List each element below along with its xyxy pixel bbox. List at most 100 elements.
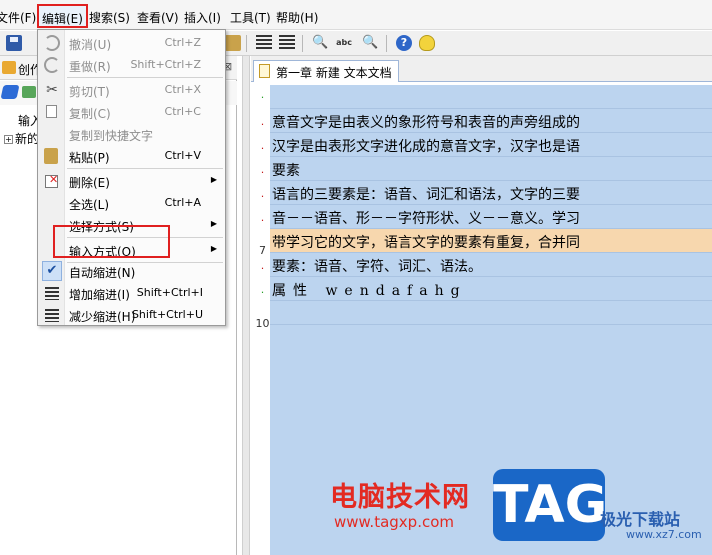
menu-item-copy-to-quicktext[interactable]: 复制到快捷文字 xyxy=(38,123,225,145)
menu-separator xyxy=(67,168,223,169)
save-icon[interactable] xyxy=(6,35,22,51)
menu-item-shortcut: Shift+Ctrl+Z xyxy=(130,58,201,71)
menu-help[interactable]: 帮助(H) xyxy=(276,9,318,26)
menu-view[interactable]: 查看(V) xyxy=(137,9,179,26)
menu-item-decrease-indent[interactable]: 减少缩进(H) Shift+Ctrl+U xyxy=(38,304,225,326)
text-line-current[interactable]: 带学习它的文字，语言文字的要素有重复，合并同 xyxy=(270,229,712,253)
menu-item-select-all[interactable]: 全选(L) Ctrl+A xyxy=(38,192,225,214)
menu-bar: 文件(F) 编辑(E) 搜索(S) 查看(V) 插入(I) 工具(T) 帮助(H… xyxy=(0,0,712,30)
text-line[interactable]: 汉字是由表形文字进化成的意音文字，汉字也是语 xyxy=(270,133,712,157)
indent-decrease-icon xyxy=(45,309,59,322)
menu-item-paste[interactable]: 粘贴(P) Ctrl+V xyxy=(38,145,225,167)
submenu-arrow-icon: ▶ xyxy=(210,219,217,228)
text-line[interactable]: 意音文字是由表义的象形符号和表音的声旁组成的 xyxy=(270,109,712,133)
menu-item-increase-indent[interactable]: 增加缩进(I) Shift+Ctrl+I xyxy=(38,282,225,304)
text-line[interactable]: 要素 xyxy=(270,157,712,181)
highlight-box xyxy=(53,225,170,258)
line-marker: · xyxy=(260,142,265,155)
indent-decrease-toolbar-icon[interactable] xyxy=(279,35,295,51)
text-line[interactable] xyxy=(270,85,712,109)
menu-item-cut[interactable]: ✂ 剪切(T) Ctrl+X xyxy=(38,79,225,101)
menu-item-label: 撤消(U) xyxy=(69,38,112,52)
expand-icon[interactable]: + xyxy=(4,135,13,144)
tab-label: 第一章 新建 文本文档 xyxy=(276,66,392,80)
menu-item-label: 全选(L) xyxy=(69,198,110,212)
undo-icon xyxy=(44,35,60,51)
menu-item-label: 删除(E) xyxy=(69,176,110,190)
menu-item-shortcut: Ctrl+A xyxy=(164,196,201,209)
watermark-site-url: www.xz7.com xyxy=(626,528,702,541)
redo-icon xyxy=(44,57,60,73)
toolbar-separator xyxy=(302,35,303,52)
menu-insert[interactable]: 插入(I) xyxy=(184,9,221,26)
tip-bulb-icon[interactable] xyxy=(419,35,435,51)
add-chapter-icon[interactable] xyxy=(22,86,36,98)
menu-search[interactable]: 搜索(S) xyxy=(89,9,130,26)
text-line[interactable]: 音－－语音、形－－字符形状、义－－意义。学习 xyxy=(270,205,712,229)
document-icon xyxy=(259,64,270,78)
submenu-arrow-icon: ▶ xyxy=(210,244,217,253)
toolbar-separator xyxy=(386,35,387,52)
book-open-icon[interactable] xyxy=(0,85,20,99)
menu-item-shortcut: Shift+Ctrl+U xyxy=(131,308,203,321)
line-marker: · xyxy=(260,214,265,227)
book-icon xyxy=(2,61,16,74)
line-number: 10 xyxy=(255,317,270,330)
indent-increase-toolbar-icon[interactable] xyxy=(256,35,272,51)
scissors-icon: ✂ xyxy=(46,82,58,98)
help-icon[interactable]: ? xyxy=(396,35,412,51)
menu-item-label: 复制到快捷文字 xyxy=(69,129,154,143)
menu-item-shortcut: Shift+Ctrl+I xyxy=(136,286,203,299)
menu-item-label: 减少缩进(H) xyxy=(69,310,136,324)
text-line[interactable]: 属性 wendafahg xyxy=(270,277,712,301)
menu-item-shortcut: Ctrl+X xyxy=(164,83,201,96)
indent-increase-icon xyxy=(45,287,59,300)
menu-tools[interactable]: 工具(T) xyxy=(230,9,271,26)
menu-edit[interactable]: 编辑(E) xyxy=(37,4,88,28)
watermark-url: www.tagxp.com xyxy=(334,513,454,531)
menu-item-shortcut: Ctrl+Z xyxy=(164,36,201,49)
line-gutter: · · · · · · 7 · · 10 xyxy=(255,85,270,555)
menu-item-label: 重做(R) xyxy=(69,60,111,74)
menu-item-label: 粘贴(P) xyxy=(69,151,110,165)
menu-item-delete[interactable]: 删除(E) ▶ xyxy=(38,170,225,192)
line-marker: · xyxy=(260,166,265,179)
menu-item-label: 复制(C) xyxy=(69,107,111,121)
text-line[interactable]: 语言的三要素是：语音、词汇和语法，文字的三要 xyxy=(270,181,712,205)
line-marker: · xyxy=(260,190,265,203)
watermark-name: 电脑技术网 xyxy=(330,482,470,513)
tree-item[interactable]: + 新的 xyxy=(4,130,39,147)
line-marker: · xyxy=(260,262,265,275)
menu-item-shortcut: Ctrl+V xyxy=(164,149,201,162)
spellcheck-icon[interactable]: abc xyxy=(336,35,352,51)
menu-item-label: 增加缩进(I) xyxy=(69,288,130,302)
line-marker: · xyxy=(260,286,265,299)
menu-item-redo[interactable]: 重做(R) Shift+Ctrl+Z xyxy=(38,54,225,76)
menu-item-auto-indent[interactable]: ✔ 自动缩进(N) xyxy=(38,260,225,282)
tab-strip: 第一章 新建 文本文档 xyxy=(251,56,712,82)
edit-menu-dropdown: 撤消(U) Ctrl+Z 重做(R) Shift+Ctrl+Z ✂ 剪切(T) … xyxy=(37,29,226,326)
menu-item-label: 自动缩进(N) xyxy=(69,266,136,280)
find-icon[interactable]: 🔍 xyxy=(312,35,328,51)
tab-document[interactable]: 第一章 新建 文本文档 xyxy=(253,60,399,82)
toolbar-separator xyxy=(246,35,247,52)
tree-item-label: 新的 xyxy=(15,132,40,146)
menu-file[interactable]: 文件(F) xyxy=(0,9,36,26)
paste-toolbar-icon[interactable] xyxy=(225,35,241,51)
text-line[interactable]: 要素：语音、字符、词汇、语法。 xyxy=(270,253,712,277)
menu-item-undo[interactable]: 撤消(U) Ctrl+Z xyxy=(38,32,225,54)
text-line[interactable] xyxy=(270,301,712,325)
line-number: 7 xyxy=(259,244,266,257)
menu-item-shortcut: Ctrl+C xyxy=(164,105,201,118)
splitter[interactable] xyxy=(242,56,250,555)
menu-item-label: 剪切(T) xyxy=(69,85,110,99)
menu-separator xyxy=(67,77,223,78)
paste-icon xyxy=(44,148,58,164)
delete-icon xyxy=(45,173,58,188)
line-marker: · xyxy=(260,91,265,104)
line-marker: · xyxy=(260,118,265,131)
copy-icon xyxy=(46,105,57,118)
find-replace-icon[interactable]: 🔍 xyxy=(362,35,378,51)
menu-item-copy[interactable]: 复制(C) Ctrl+C xyxy=(38,101,225,123)
check-icon: ✔ xyxy=(42,261,62,281)
